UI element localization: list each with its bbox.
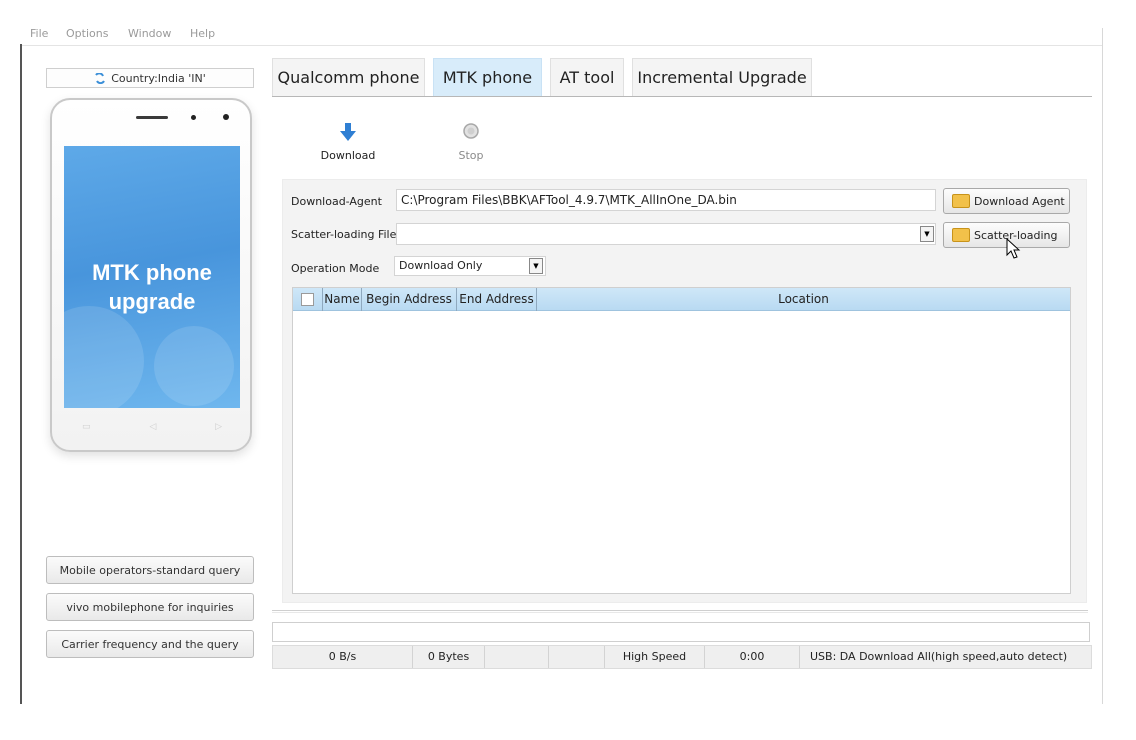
mouse-cursor-icon xyxy=(1006,238,1021,259)
scatter-loading-label: Scatter-loading File xyxy=(291,228,397,241)
menu-help[interactable]: Help xyxy=(190,27,215,40)
download-label: Download xyxy=(320,149,376,162)
tab-divider xyxy=(272,96,1092,97)
phone-softkeys: ▭ ◁ ▷ xyxy=(82,422,222,432)
vivo-inquiries-button[interactable]: vivo mobilephone for inquiries xyxy=(46,593,254,621)
phone-screen: MTK phone upgrade xyxy=(64,146,240,408)
screen-title-line1: MTK phone xyxy=(92,260,212,285)
menu-options[interactable]: Options xyxy=(66,27,108,40)
tab-at-tool[interactable]: AT tool xyxy=(550,58,624,96)
scatter-loading-file-select[interactable] xyxy=(396,223,936,245)
phone-sensor xyxy=(191,115,196,120)
menu-file[interactable]: File xyxy=(30,27,48,40)
status-usb: USB: DA Download All(high speed,auto det… xyxy=(810,650,1068,663)
window-border-right xyxy=(1102,28,1103,704)
screen-bubble xyxy=(154,326,234,406)
table-header: Name Begin Address End Address Location xyxy=(293,288,1070,311)
screen-bubble xyxy=(64,306,144,408)
download-agent-button[interactable]: Download Agent xyxy=(943,188,1070,214)
tab-incremental-upgrade[interactable]: Incremental Upgrade xyxy=(632,58,812,96)
folder-icon xyxy=(952,194,970,208)
section-separator xyxy=(272,610,1088,613)
window-border-top xyxy=(22,45,1102,46)
softkey-menu-icon: ▭ xyxy=(82,422,91,432)
download-agent-label: Download-Agent xyxy=(291,195,382,208)
tab-mtk-phone[interactable]: MTK phone xyxy=(433,58,542,96)
menu-window[interactable]: Window xyxy=(128,27,171,40)
screen-title-line2: upgrade xyxy=(108,289,196,314)
operation-mode-label: Operation Mode xyxy=(291,262,380,275)
select-all-cell xyxy=(293,288,323,311)
status-blank-1 xyxy=(485,646,549,668)
menu-bar: File Options Window Help xyxy=(0,24,1136,44)
mobile-operators-query-button[interactable]: Mobile operators-standard query xyxy=(46,556,254,584)
country-label: Country:India 'IN' xyxy=(111,71,206,85)
carrier-frequency-query-button[interactable]: Carrier frequency and the query xyxy=(46,630,254,658)
tab-qualcomm-phone[interactable]: Qualcomm phone xyxy=(272,58,425,96)
download-button[interactable]: Download xyxy=(318,122,378,162)
status-speed: 0 B/s xyxy=(273,646,413,668)
status-blank-2 xyxy=(549,646,605,668)
status-time: 0:00 xyxy=(705,646,800,668)
softkey-back-icon: ◁ xyxy=(149,422,157,432)
down-arrow-icon xyxy=(340,123,356,141)
operation-mode-dropdown-arrow-icon[interactable]: ▼ xyxy=(529,258,543,274)
download-agent-field[interactable]: C:\Program Files\BBK\AFTool_4.9.7\MTK_Al… xyxy=(396,189,936,211)
progress-bar xyxy=(272,622,1090,642)
status-bytes: 0 Bytes xyxy=(413,646,485,668)
phone-speaker xyxy=(136,116,168,119)
window-border-left xyxy=(20,44,22,704)
column-end-address[interactable]: End Address xyxy=(457,288,537,311)
status-mode: High Speed xyxy=(605,646,705,668)
stop-icon xyxy=(463,123,479,139)
refresh-icon xyxy=(95,72,106,84)
operation-mode-select[interactable]: Download Only xyxy=(394,256,546,276)
phone-camera xyxy=(223,114,229,120)
softkey-forward-icon: ▷ xyxy=(215,422,222,432)
stop-button[interactable]: Stop xyxy=(446,122,496,162)
phone-screen-title: MTK phone upgrade xyxy=(64,258,240,316)
column-location[interactable]: Location xyxy=(537,288,1070,311)
column-name[interactable]: Name xyxy=(323,288,362,311)
status-bar: 0 B/s 0 Bytes High Speed 0:00 USB: DA Do… xyxy=(272,645,1092,669)
scatter-dropdown-arrow-icon[interactable]: ▼ xyxy=(920,226,934,242)
country-selector[interactable]: Country:India 'IN' xyxy=(46,68,254,88)
partition-table: Name Begin Address End Address Location xyxy=(292,287,1071,594)
download-agent-button-label: Download Agent xyxy=(974,194,1065,208)
stop-label: Stop xyxy=(458,149,484,162)
phone-illustration: MTK phone upgrade ▭ ◁ ▷ xyxy=(50,98,252,452)
column-begin-address[interactable]: Begin Address xyxy=(362,288,457,311)
folder-icon xyxy=(952,228,970,242)
select-all-checkbox[interactable] xyxy=(301,293,314,306)
